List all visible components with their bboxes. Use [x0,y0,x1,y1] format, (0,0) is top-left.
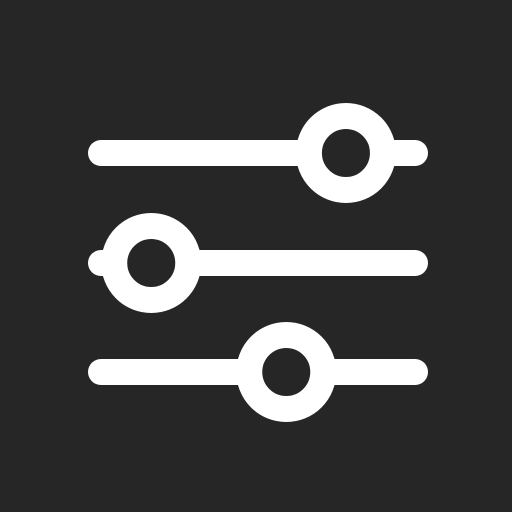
slider-middle-knob [101,213,202,313]
sliders-icon [88,103,428,422]
slider-top-knob [295,103,396,203]
slider-bottom-knob [236,322,337,422]
sliders-icon-canvas [0,0,512,512]
